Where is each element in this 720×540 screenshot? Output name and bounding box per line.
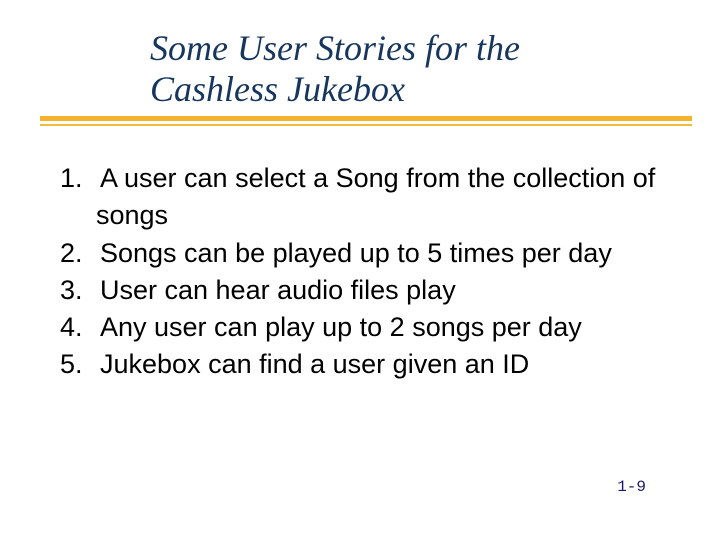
list-item: A user can select a Song from the collec… (36, 160, 690, 235)
page-number: 1-9 (617, 478, 646, 496)
story-list: A user can select a Song from the collec… (36, 160, 690, 384)
title-wrap: Some User Stories for the Cashless Jukeb… (150, 28, 620, 111)
title-underline (40, 116, 692, 126)
content-area: A user can select a Song from the collec… (36, 160, 690, 384)
slide-title: Some User Stories for the Cashless Jukeb… (150, 28, 620, 111)
slide: Some User Stories for the Cashless Jukeb… (0, 0, 720, 540)
list-item: User can hear audio files play (36, 272, 690, 309)
list-item: Any user can play up to 2 songs per day (36, 309, 690, 346)
list-item: Songs can be played up to 5 times per da… (36, 235, 690, 272)
rule-main (40, 116, 692, 121)
rule-sub (40, 124, 692, 126)
list-item: Jukebox can find a user given an ID (36, 346, 690, 383)
